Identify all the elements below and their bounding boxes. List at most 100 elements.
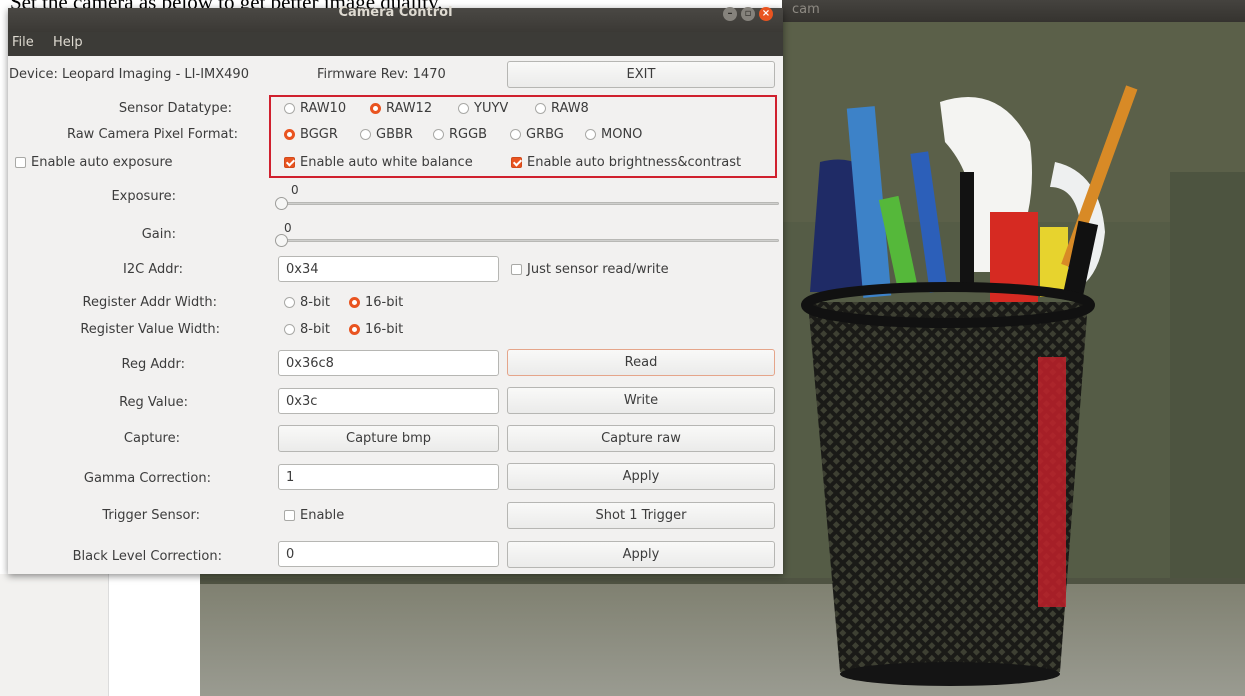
trigger-label: Trigger Sensor: [102,508,200,523]
sensor-datatype-label: Sensor Datatype: [118,101,232,116]
radio-raw8-label: RAW8 [551,101,589,116]
firmware-label: Firmware Rev: 1470 [317,67,446,82]
minimize-icon[interactable]: – [723,7,737,21]
close-icon[interactable]: × [759,7,773,21]
trigger-enable-checkbox[interactable]: Enable [284,508,344,523]
auto-brightness-box [511,157,522,168]
shot-trigger-button[interactable]: Shot 1 Trigger [507,502,775,529]
reg-value-width-label: Register Value Width: [80,322,220,337]
radio-value-8bit[interactable]: 8-bit [284,322,330,337]
auto-white-balance-checkbox[interactable]: Enable auto white balance [284,155,473,170]
gamma-apply-button[interactable]: Apply [507,463,775,490]
radio-addr-16bit-label: 16-bit [365,295,404,310]
black-level-label: Black Level Correction: [72,549,222,564]
background-window [0,574,108,696]
dialog-titlebar: Camera Control – ▫ × [8,5,783,32]
radio-mono-label: MONO [601,127,643,142]
radio-rggb-label: RGGB [449,127,488,142]
trigger-enable-box [284,510,295,521]
radio-grbg-dot [510,129,521,140]
capture-raw-button[interactable]: Capture raw [507,425,775,452]
reg-addr-label: Reg Addr: [121,357,186,372]
radio-yuyv-label: YUYV [474,101,509,116]
radio-gbbr[interactable]: GBBR [360,127,413,142]
menubar: File Help [8,32,783,56]
auto-exposure-label: Enable auto exposure [31,155,173,170]
read-button[interactable]: Read [507,349,775,376]
radio-yuyv-dot [458,103,469,114]
gain-value: 0 [284,221,292,235]
radio-gbbr-label: GBBR [376,127,413,142]
radio-value-8bit-dot [284,324,295,335]
radio-bggr[interactable]: BGGR [284,127,338,142]
just-sensor-box [511,264,522,275]
maximize-icon[interactable]: ▫ [741,7,755,21]
auto-white-balance-box [284,157,295,168]
radio-raw10-label: RAW10 [300,101,347,116]
gamma-label: Gamma Correction: [83,471,211,486]
radio-mono[interactable]: MONO [585,127,642,142]
reg-value-label: Reg Value: [119,395,188,410]
just-sensor-label: Just sensor read/write [527,262,669,277]
radio-addr-8bit-label: 8-bit [300,295,330,310]
radio-grbg[interactable]: GRBG [510,127,564,142]
radio-bggr-label: BGGR [300,127,338,142]
background-panel [108,574,201,696]
radio-gbbr-dot [360,129,371,140]
black-level-field[interactable]: 0 [278,541,499,567]
capture-label: Capture: [123,431,180,446]
radio-value-16bit-dot [349,324,360,335]
menu-file[interactable]: File [12,35,34,50]
gain-slider-track[interactable] [278,239,779,242]
radio-raw12-dot [370,103,381,114]
auto-white-balance-label: Enable auto white balance [300,155,473,170]
exit-button[interactable]: EXIT [507,61,775,88]
radio-rggb-dot [433,129,444,140]
radio-addr-16bit[interactable]: 16-bit [349,295,403,310]
device-label: Device: Leopard Imaging - LI-IMX490 [9,67,249,82]
exposure-slider-handle[interactable] [275,197,288,210]
i2c-addr-field[interactable]: 0x34 [278,256,499,282]
radio-value-16bit[interactable]: 16-bit [349,322,403,337]
radio-raw8[interactable]: RAW8 [535,101,589,116]
radio-addr-16bit-dot [349,297,360,308]
radio-grbg-label: GRBG [526,127,564,142]
radio-raw12[interactable]: RAW12 [370,101,432,116]
menu-help[interactable]: Help [53,35,83,50]
radio-value-8bit-label: 8-bit [300,322,330,337]
reg-value-field[interactable]: 0x3c [278,388,499,414]
radio-addr-8bit[interactable]: 8-bit [284,295,330,310]
radio-value-16bit-label: 16-bit [365,322,404,337]
write-button[interactable]: Write [507,387,775,414]
cam-window-title: cam [792,2,820,17]
radio-bggr-dot [284,129,295,140]
gain-slider-handle[interactable] [275,234,288,247]
i2c-addr-label: I2C Addr: [123,262,183,277]
auto-brightness-label: Enable auto brightness&contrast [527,155,742,170]
dialog-title: Camera Control [338,5,453,20]
radio-raw12-label: RAW12 [386,101,433,116]
reg-addr-width-label: Register Addr Width: [82,295,217,310]
capture-bmp-button[interactable]: Capture bmp [278,425,499,452]
radio-raw10-dot [284,103,295,114]
radio-mono-dot [585,129,596,140]
radio-raw10[interactable]: RAW10 [284,101,346,116]
radio-yuyv[interactable]: YUYV [458,101,508,116]
just-sensor-checkbox[interactable]: Just sensor read/write [511,262,669,277]
exposure-label: Exposure: [111,189,176,204]
auto-exposure-box [15,157,26,168]
radio-rggb[interactable]: RGGB [433,127,487,142]
auto-brightness-checkbox[interactable]: Enable auto brightness&contrast [511,155,741,170]
exposure-slider-track[interactable] [278,202,779,205]
cam-window-titlebar: cam [782,0,1245,22]
radio-addr-8bit-dot [284,297,295,308]
exposure-value: 0 [291,183,299,197]
trigger-enable-label: Enable [300,508,345,523]
gain-label: Gain: [141,227,176,242]
reg-addr-field[interactable]: 0x36c8 [278,350,499,376]
gamma-field[interactable]: 1 [278,464,499,490]
radio-raw8-dot [535,103,546,114]
camera-control-dialog: Camera Control – ▫ × File Help Device: L… [8,5,783,574]
black-level-apply-button[interactable]: Apply [507,541,775,568]
auto-exposure-checkbox[interactable]: Enable auto exposure [15,155,173,170]
